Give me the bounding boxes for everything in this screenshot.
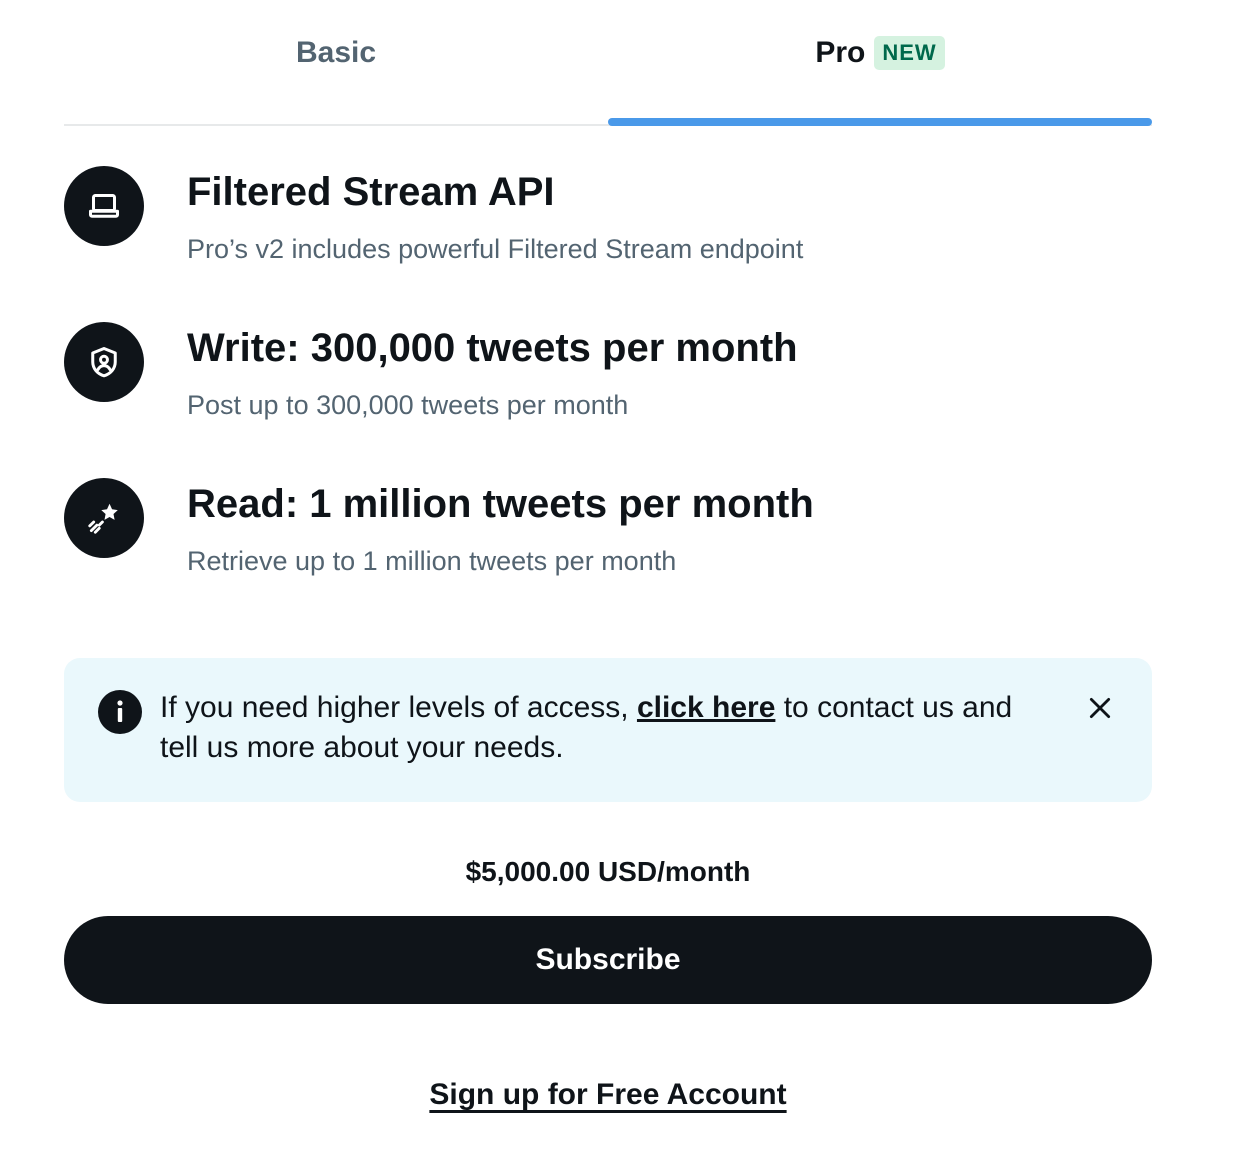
tab-pro[interactable]: Pro NEW (608, 0, 1152, 126)
feature-title: Read: 1 million tweets per month (187, 482, 814, 526)
subscribe-button[interactable]: Subscribe (64, 916, 1152, 1004)
price-label: $5,000.00 USD/month (465, 856, 751, 887)
laptop-icon (64, 166, 144, 246)
new-badge: NEW (874, 36, 945, 70)
shooting-star-icon (64, 478, 144, 558)
feature-description: Retrieve up to 1 million tweets per mont… (187, 546, 677, 576)
tab-basic[interactable]: Basic (64, 0, 608, 124)
tab-pro-label: Pro (815, 36, 866, 69)
feature-item: Filtered Stream API Pro’s v2 includes po… (64, 166, 1152, 322)
close-icon[interactable] (1080, 688, 1120, 728)
feature-list: Filtered Stream API Pro’s v2 includes po… (64, 166, 1152, 634)
feature-item: Read: 1 million tweets per month Retriev… (64, 478, 1152, 634)
shield-user-icon (64, 322, 144, 402)
feature-item: Write: 300,000 tweets per month Post up … (64, 322, 1152, 478)
feature-title: Write: 300,000 tweets per month (187, 326, 798, 370)
pricing-panel: Basic Pro NEW Filtered Stream API Pro’s … (64, 0, 1152, 1112)
active-tab-indicator (608, 118, 1152, 126)
feature-description: Post up to 300,000 tweets per month (187, 390, 629, 420)
banner-text-before: If you need higher levels of access, (160, 691, 637, 724)
info-icon (98, 690, 142, 734)
plan-tabs: Basic Pro NEW (64, 0, 1152, 126)
tab-basic-label: Basic (295, 36, 377, 69)
banner-message: If you need higher levels of access, cli… (160, 688, 1032, 768)
signup-free-link[interactable]: Sign up for Free Account (429, 1078, 786, 1111)
info-banner: If you need higher levels of access, cli… (64, 658, 1152, 802)
contact-link[interactable]: click here (637, 691, 775, 724)
signup-container: Sign up for Free Account (64, 1078, 1152, 1112)
feature-title: Filtered Stream API (187, 170, 555, 214)
feature-description: Pro’s v2 includes powerful Filtered Stre… (187, 234, 804, 264)
